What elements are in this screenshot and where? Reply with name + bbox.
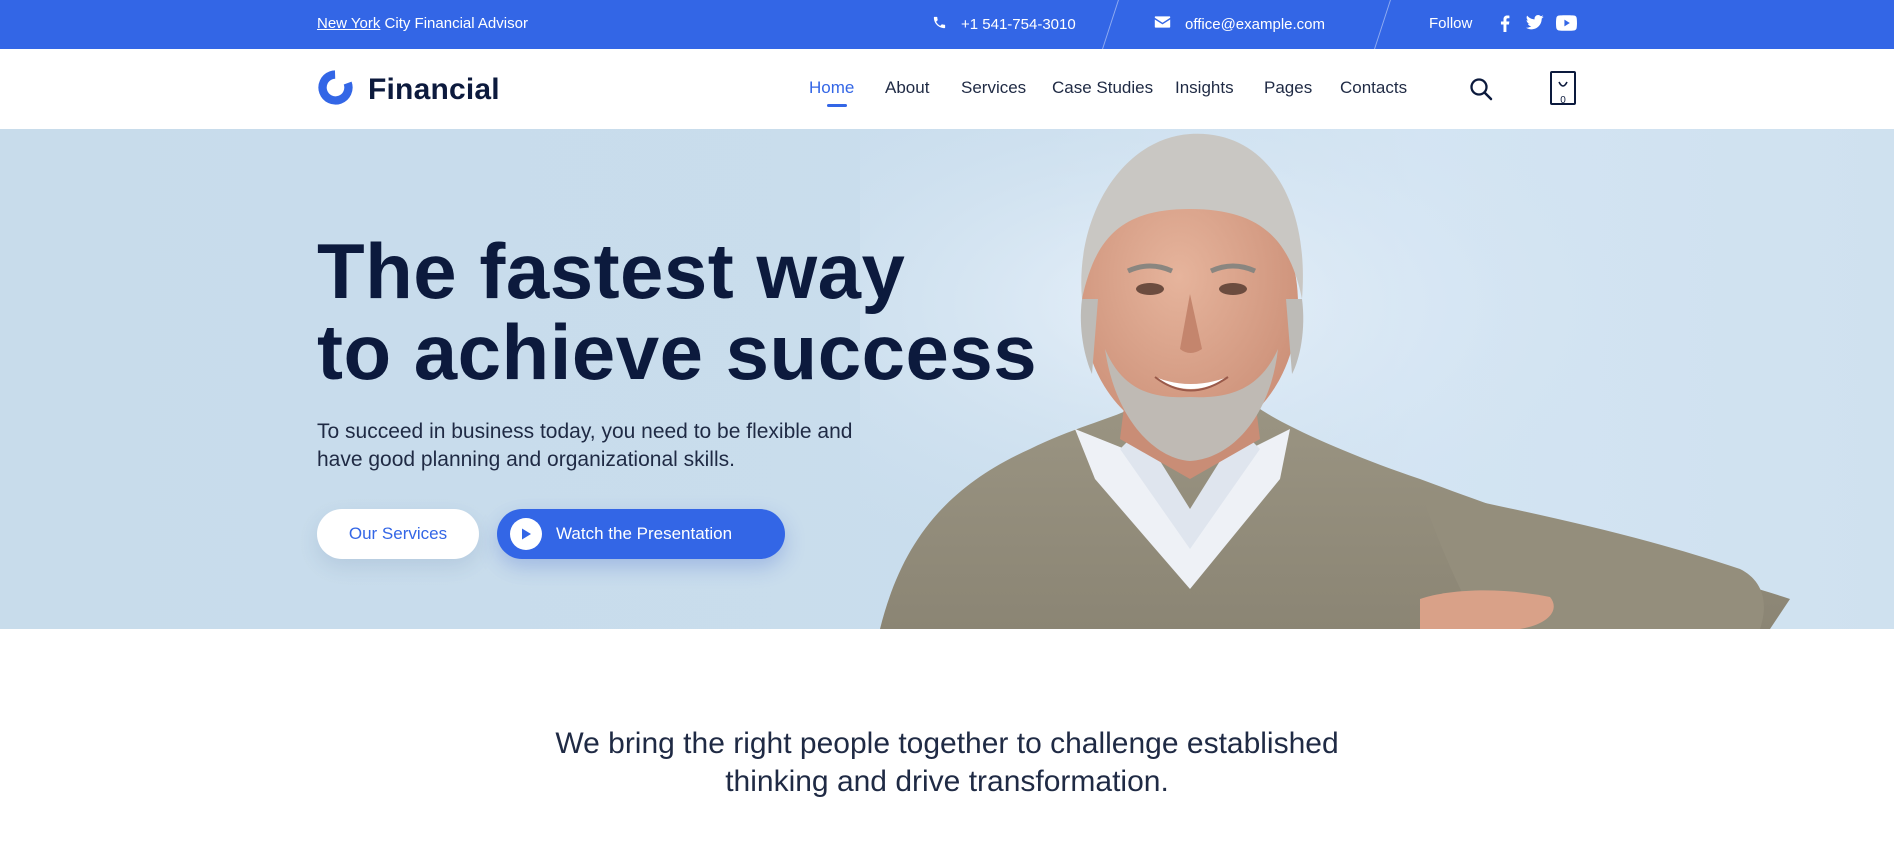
phone-contact[interactable]: +1 541-754-3010 [932, 15, 1076, 34]
statement-line: thinking and drive transformation. [725, 765, 1169, 798]
email-contact[interactable]: office@example.com [1154, 15, 1325, 33]
hero-subtitle: To succeed in business today, you need t… [317, 418, 917, 474]
watch-presentation-button[interactable]: Watch the Presentation [497, 509, 785, 559]
hero-subtitle-line: have good planning and organizational sk… [317, 448, 735, 471]
statement-line: We bring the right people together to ch… [555, 727, 1339, 760]
youtube-icon[interactable] [1556, 15, 1577, 31]
phone-number: +1 541-754-3010 [961, 16, 1076, 33]
follow-label: Follow [1429, 15, 1473, 32]
nav-about[interactable]: About [885, 78, 929, 98]
nav-case-studies[interactable]: Case Studies [1052, 78, 1153, 98]
hero-heading: The fastest way to achieve success [317, 231, 1037, 393]
hero-section: The fastest way to achieve success To su… [0, 129, 1894, 629]
location-rest: City Financial Advisor [384, 15, 528, 32]
nav-label: Home [809, 78, 855, 97]
top-bar: New York City Financial Advisor +1 541-7… [0, 0, 1894, 49]
phone-icon [932, 15, 947, 34]
divider [1102, 0, 1119, 49]
envelope-icon [1154, 15, 1171, 33]
nav-home[interactable]: Home [809, 78, 855, 107]
nav-contacts[interactable]: Contacts [1340, 78, 1407, 98]
hero-subtitle-line: To succeed in business today, you need t… [317, 420, 853, 443]
facebook-icon[interactable] [1500, 15, 1510, 32]
nav-services[interactable]: Services [961, 78, 1026, 98]
bag-icon [1557, 76, 1569, 94]
location-text: New York City Financial Advisor [317, 15, 528, 32]
hero-heading-line: to achieve success [317, 308, 1038, 396]
logo-icon [317, 69, 354, 111]
nav-insights[interactable]: Insights [1175, 78, 1234, 98]
active-indicator [827, 104, 847, 107]
logo-text: Financial [368, 73, 500, 106]
mission-statement: We bring the right people together to ch… [0, 725, 1894, 801]
divider [1374, 0, 1391, 49]
our-services-button[interactable]: Our Services [317, 509, 479, 559]
main-header: Financial Home About Services Case Studi… [0, 49, 1894, 129]
twitter-icon[interactable] [1526, 15, 1544, 30]
search-icon[interactable] [1469, 77, 1493, 106]
cart-count: 0 [1560, 95, 1566, 106]
email-address: office@example.com [1185, 15, 1326, 33]
nav-pages[interactable]: Pages [1264, 78, 1312, 98]
play-icon [510, 518, 542, 550]
watch-presentation-label: Watch the Presentation [556, 524, 733, 543]
logo[interactable]: Financial [317, 69, 500, 111]
cart-button[interactable]: 0 [1550, 71, 1576, 106]
location-city-link[interactable]: New York [317, 15, 380, 32]
hero-heading-line: The fastest way [317, 227, 906, 315]
